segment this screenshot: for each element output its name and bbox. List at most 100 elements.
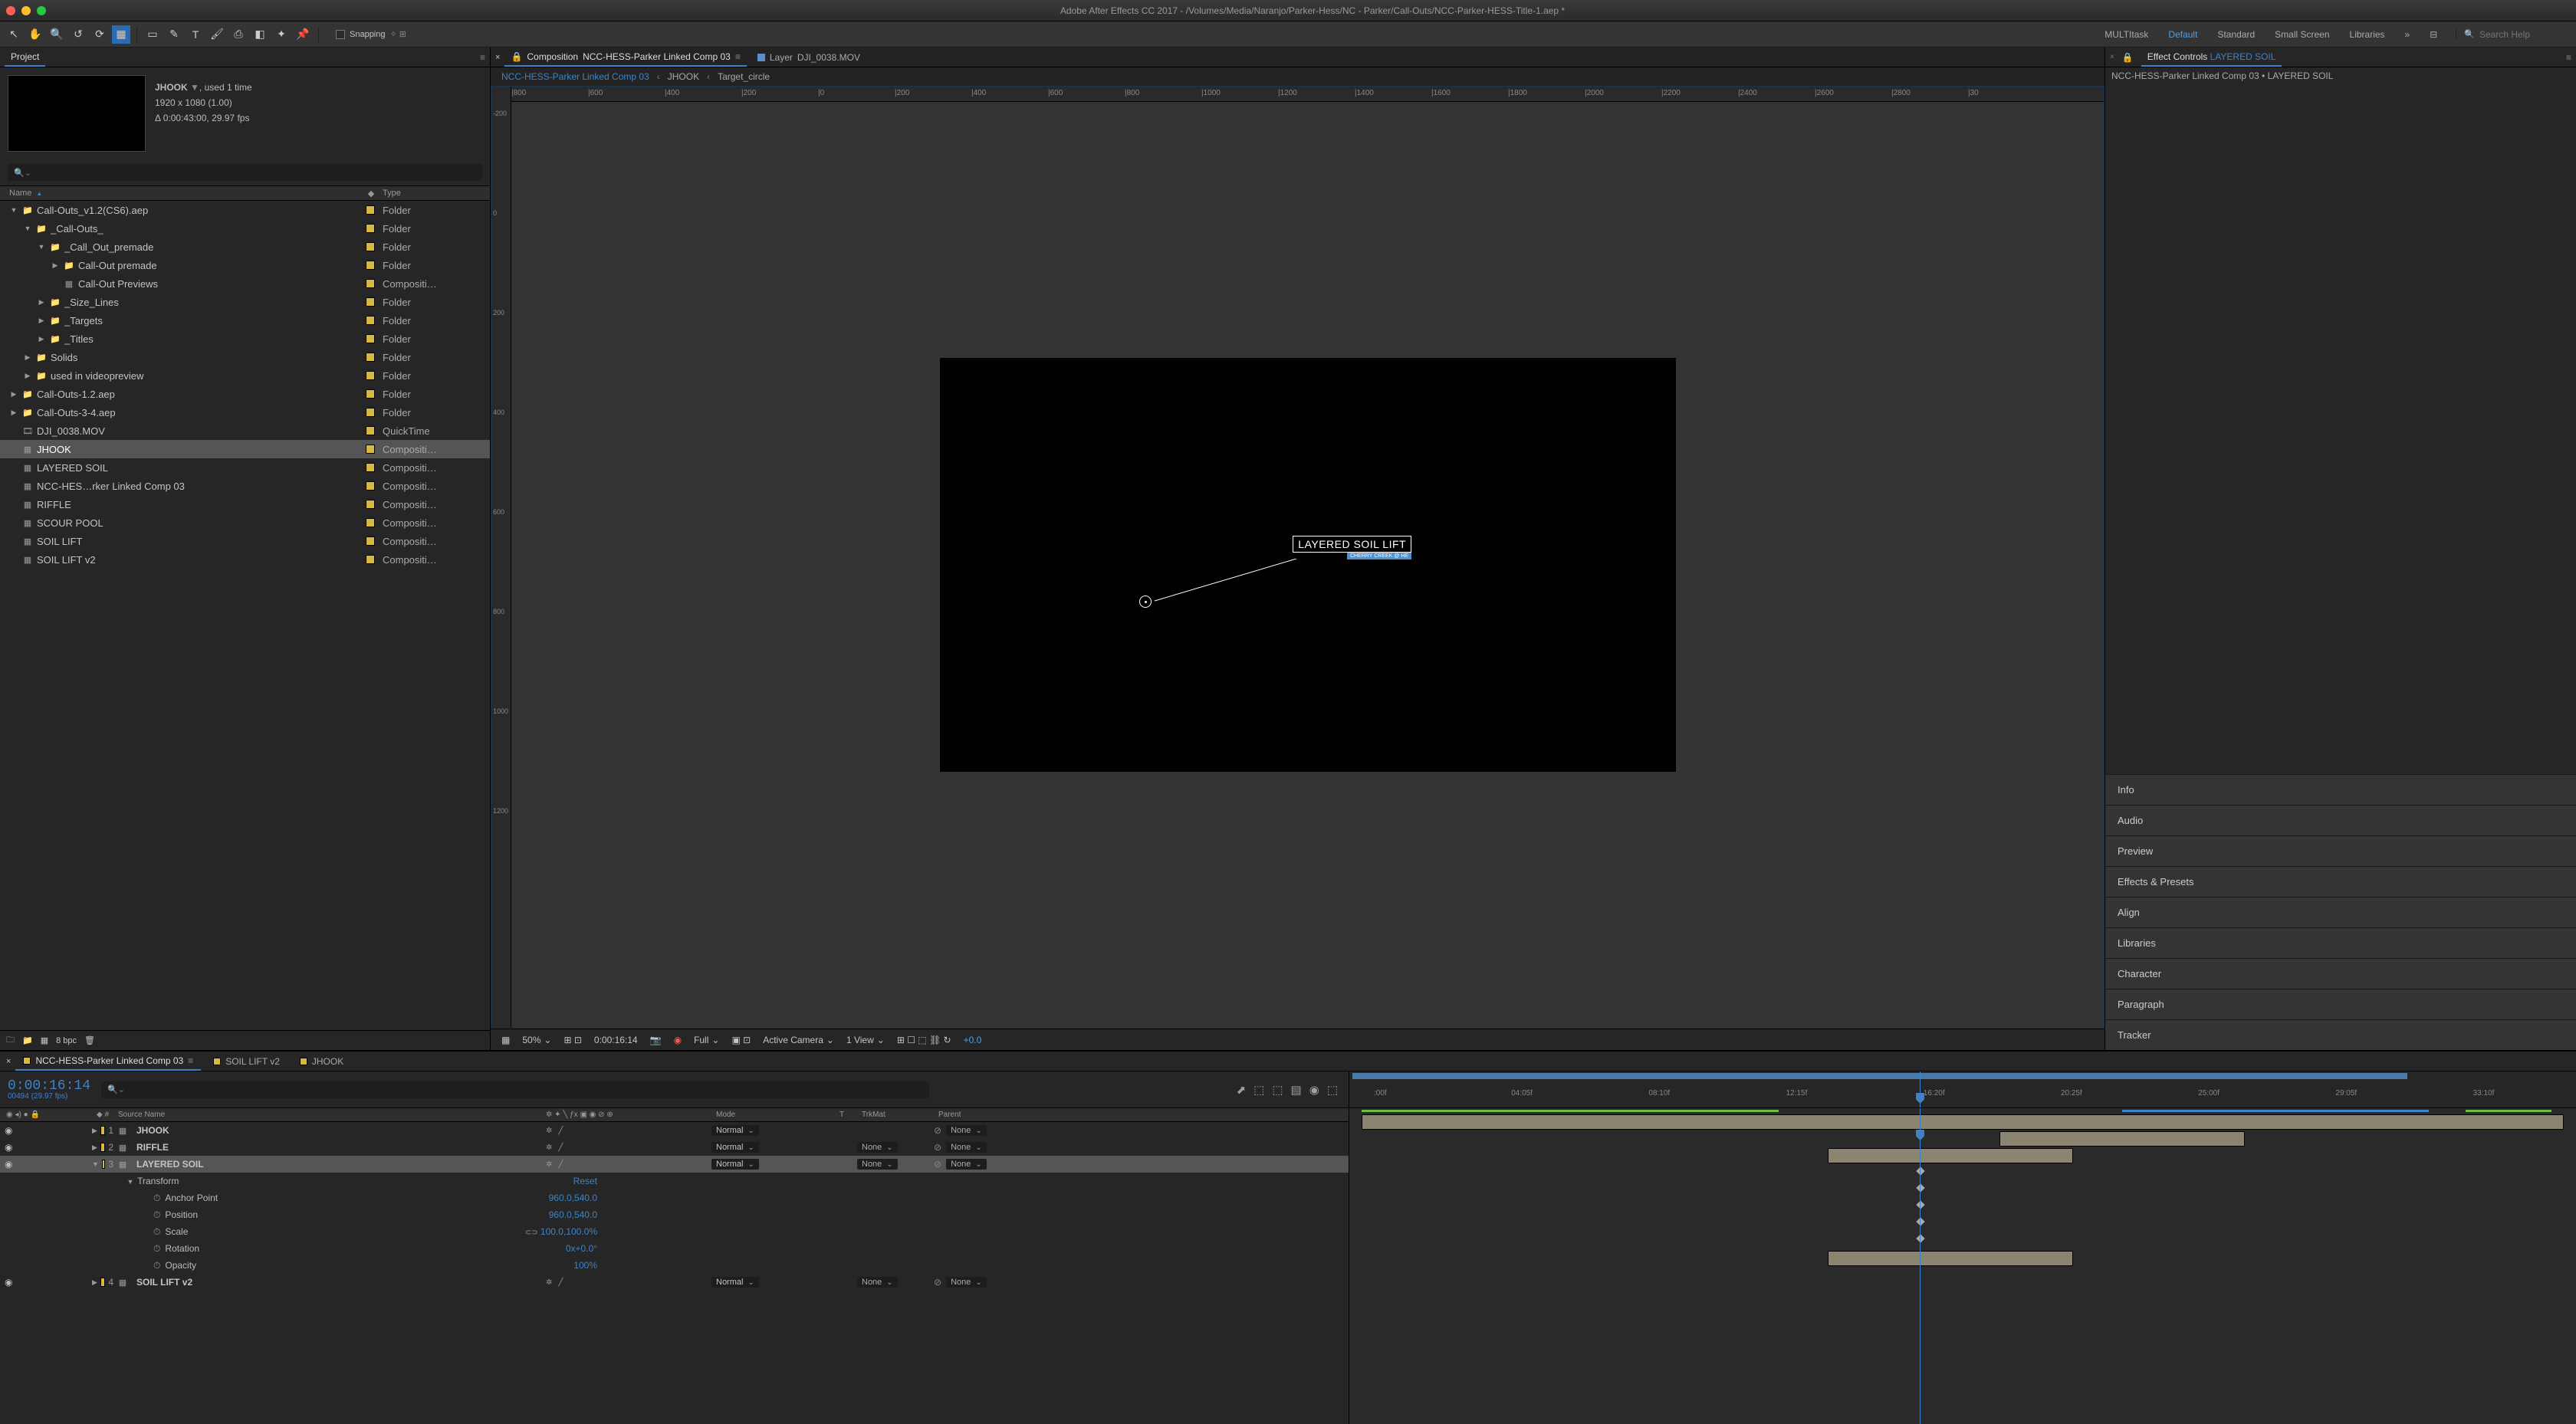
new-comp-icon[interactable]: ▦ xyxy=(41,1035,48,1045)
project-item[interactable]: ▦ NCC-HES…rker Linked Comp 03 Compositi… xyxy=(0,477,490,495)
snapping-toggle[interactable]: Snapping ✧ ⊞ xyxy=(336,29,406,39)
project-item[interactable]: ▶ 📁 Call-Outs-3-4.aep Folder xyxy=(0,403,490,422)
new-folder-icon[interactable]: 📁 xyxy=(22,1035,33,1045)
workspace-default[interactable]: Default xyxy=(2168,29,2197,50)
col-type[interactable]: Type xyxy=(383,189,490,198)
project-item[interactable]: ▦ JHOOK Compositi… xyxy=(0,440,490,458)
work-area-bar[interactable] xyxy=(1352,1073,2407,1079)
timeline-tab[interactable]: SOIL LIFT v2 xyxy=(205,1053,288,1070)
frame-blend-icon[interactable]: ▤ xyxy=(1291,1083,1302,1097)
timeline-layer-row[interactable]: ◉ ▼ 3 ▦LAYERED SOIL ✲╱ Normal None ⊘ Non… xyxy=(0,1156,1349,1173)
workspace-standard[interactable]: Standard xyxy=(2217,29,2255,40)
col-name[interactable]: Name xyxy=(9,189,31,198)
pen-tool[interactable]: ✎ xyxy=(165,25,183,44)
panel-align[interactable]: Align xyxy=(2105,897,2576,927)
project-item[interactable]: ▶ 📁 _Targets Folder xyxy=(0,311,490,330)
panel-audio[interactable]: Audio xyxy=(2105,805,2576,835)
project-search[interactable]: 🔍⌄ xyxy=(8,164,482,181)
panel-preview[interactable]: Preview xyxy=(2105,835,2576,866)
close-ec-icon[interactable]: × xyxy=(2110,53,2114,61)
effect-controls-tab[interactable]: Effect Controls LAYERED SOIL xyxy=(2141,48,2282,67)
views-dropdown[interactable]: 1 View ⌄ xyxy=(843,1035,888,1045)
camera-tool[interactable]: ▦ xyxy=(112,25,130,44)
resolution-icon[interactable]: ⊞ ⊡ xyxy=(560,1035,584,1045)
timeline-ruler[interactable]: :00f04:05f08:10f12:15f16:20f20:25f25:00f… xyxy=(1349,1071,2576,1108)
comp-flowchart-icon[interactable]: ⬈ xyxy=(1237,1083,1247,1097)
panel-libraries[interactable]: Libraries xyxy=(2105,927,2576,958)
exposure-value[interactable]: +0.0 xyxy=(961,1035,985,1045)
roi-icon[interactable]: ▣ ⊡ xyxy=(728,1035,754,1045)
zoom-tool[interactable]: 🔍 xyxy=(48,25,66,44)
col-label-icon[interactable]: ◆ xyxy=(360,189,383,199)
col-mode[interactable]: Mode xyxy=(711,1111,826,1119)
timeline-tracks[interactable] xyxy=(1349,1108,2576,1424)
panel-menu-icon[interactable]: ≡ xyxy=(480,52,485,63)
panel-effects-&-presets[interactable]: Effects & Presets xyxy=(2105,866,2576,897)
maximize-window-button[interactable] xyxy=(37,6,46,15)
col-parent[interactable]: Parent xyxy=(934,1111,1087,1119)
close-tab-icon[interactable]: × xyxy=(495,53,500,62)
timeline-layer-row[interactable]: ◉ ▶ 1 ▦JHOOK ✲╱ Normal ⊘ None xyxy=(0,1122,1349,1139)
panel-paragraph[interactable]: Paragraph xyxy=(2105,989,2576,1019)
zoom-dropdown[interactable]: 50% ⌄ xyxy=(519,1035,554,1045)
panel-character[interactable]: Character xyxy=(2105,958,2576,989)
project-item[interactable]: ▶ 📁 _Size_Lines Folder xyxy=(0,293,490,311)
clone-tool[interactable]: ⎙ xyxy=(229,25,248,44)
workspace-more-icon[interactable]: » xyxy=(2405,29,2410,40)
comp-tab-0[interactable]: 🔒 Composition NCC-HESS-Parker Linked Com… xyxy=(504,48,746,67)
roto-tool[interactable]: ✦ xyxy=(272,25,291,44)
timeline-tab[interactable]: NCC-HESS-Parker Linked Comp 03 ≡ xyxy=(15,1052,201,1071)
timeline-search[interactable]: 🔍⌄ xyxy=(101,1081,929,1098)
close-window-button[interactable] xyxy=(6,6,15,15)
transform-property[interactable]: ⏱Scale ⊂⊃ 100.0,100.0% xyxy=(0,1223,1349,1240)
bpc-toggle[interactable]: 8 bpc xyxy=(56,1036,77,1045)
workspace-small-screen[interactable]: Small Screen xyxy=(2275,29,2329,40)
project-item[interactable]: ▼ 📁 Call-Outs_v1.2(CS6).aep Folder xyxy=(0,201,490,219)
crumb-1[interactable]: JHOOK xyxy=(668,71,699,82)
orbit-tool[interactable]: ↺ xyxy=(69,25,87,44)
close-tl-tab-icon[interactable]: × xyxy=(6,1057,11,1066)
snapping-checkbox[interactable] xyxy=(336,30,345,39)
selection-tool[interactable]: ↖ xyxy=(5,25,23,44)
magnification-icon[interactable]: ▦ xyxy=(498,1035,513,1045)
col-trkmat[interactable]: TrkMat xyxy=(857,1111,934,1119)
workspace-reset-icon[interactable]: ⊟ xyxy=(2430,29,2437,40)
puppet-tool[interactable]: 📌 xyxy=(294,25,312,44)
rect-tool[interactable]: ▭ xyxy=(143,25,162,44)
col-source-name[interactable]: Source Name xyxy=(113,1111,543,1119)
draft3d-icon[interactable]: ⬚ xyxy=(1254,1083,1264,1097)
project-item[interactable]: ▦ Call-Out Previews Compositi… xyxy=(0,274,490,293)
project-item[interactable]: ▶ 📁 Call-Out premade Folder xyxy=(0,256,490,274)
brush-tool[interactable]: 🖌 xyxy=(208,25,226,44)
graph-editor-icon[interactable]: ⬚ xyxy=(1327,1083,1338,1097)
project-item[interactable]: ▶ 📁 _Titles Folder xyxy=(0,330,490,348)
project-item[interactable]: ▦ SOIL LIFT v2 Compositi… xyxy=(0,550,490,569)
eraser-tool[interactable]: ◧ xyxy=(251,25,269,44)
project-item[interactable]: ▼ 📁 _Call_Out_premade Folder xyxy=(0,238,490,256)
snapshot-icon[interactable]: 📷 xyxy=(647,1035,665,1045)
minimize-window-button[interactable] xyxy=(21,6,31,15)
transform-property[interactable]: ⏱Position 960.0,540.0 xyxy=(0,1206,1349,1223)
comp-tab-1[interactable]: Layer DJI_0038.MOV xyxy=(751,49,866,66)
interpret-icon[interactable]: 🗀 xyxy=(6,1033,15,1048)
current-time[interactable]: 0:00:16:14 xyxy=(591,1035,641,1045)
ec-menu-icon[interactable]: ≡ xyxy=(2566,52,2571,63)
project-item[interactable]: ▦ SOIL LIFT Compositi… xyxy=(0,532,490,550)
channel-icon[interactable]: ◉ xyxy=(671,1035,685,1045)
transform-property[interactable]: ⏱Rotation 0x+0.0° xyxy=(0,1240,1349,1257)
transform-property[interactable]: ⏱Anchor Point 960.0,540.0 xyxy=(0,1189,1349,1206)
project-item[interactable]: 🎞 DJI_0038.MOV QuickTime xyxy=(0,422,490,440)
crumb-2[interactable]: Target_circle xyxy=(718,71,770,82)
rotation-tool[interactable]: ⟳ xyxy=(90,25,109,44)
project-item[interactable]: ▦ SCOUR POOL Compositi… xyxy=(0,513,490,532)
timeline-layer-row[interactable]: ◉ ▶ 4 ▦SOIL LIFT v2 ✲╱ Normal None ⊘ Non… xyxy=(0,1274,1349,1291)
col-t[interactable]: T xyxy=(826,1111,857,1119)
timeline-tab[interactable]: JHOOK xyxy=(292,1053,351,1070)
transform-property[interactable]: ⏱Opacity 100% xyxy=(0,1257,1349,1274)
camera-dropdown[interactable]: Active Camera ⌄ xyxy=(760,1035,837,1045)
project-item[interactable]: ▼ 📁 _Call-Outs_ Folder xyxy=(0,219,490,238)
shy-icon[interactable]: ⬚ xyxy=(1272,1083,1283,1097)
project-item[interactable]: ▶ 📁 used in videopreview Folder xyxy=(0,366,490,385)
timeline-layer-row[interactable]: ◉ ▶ 2 ▦RIFFLE ✲╱ Normal None ⊘ None xyxy=(0,1139,1349,1156)
composition-canvas[interactable]: LAYERED SOIL LIFT CHERRY CREEK @ HE xyxy=(511,102,2104,1028)
